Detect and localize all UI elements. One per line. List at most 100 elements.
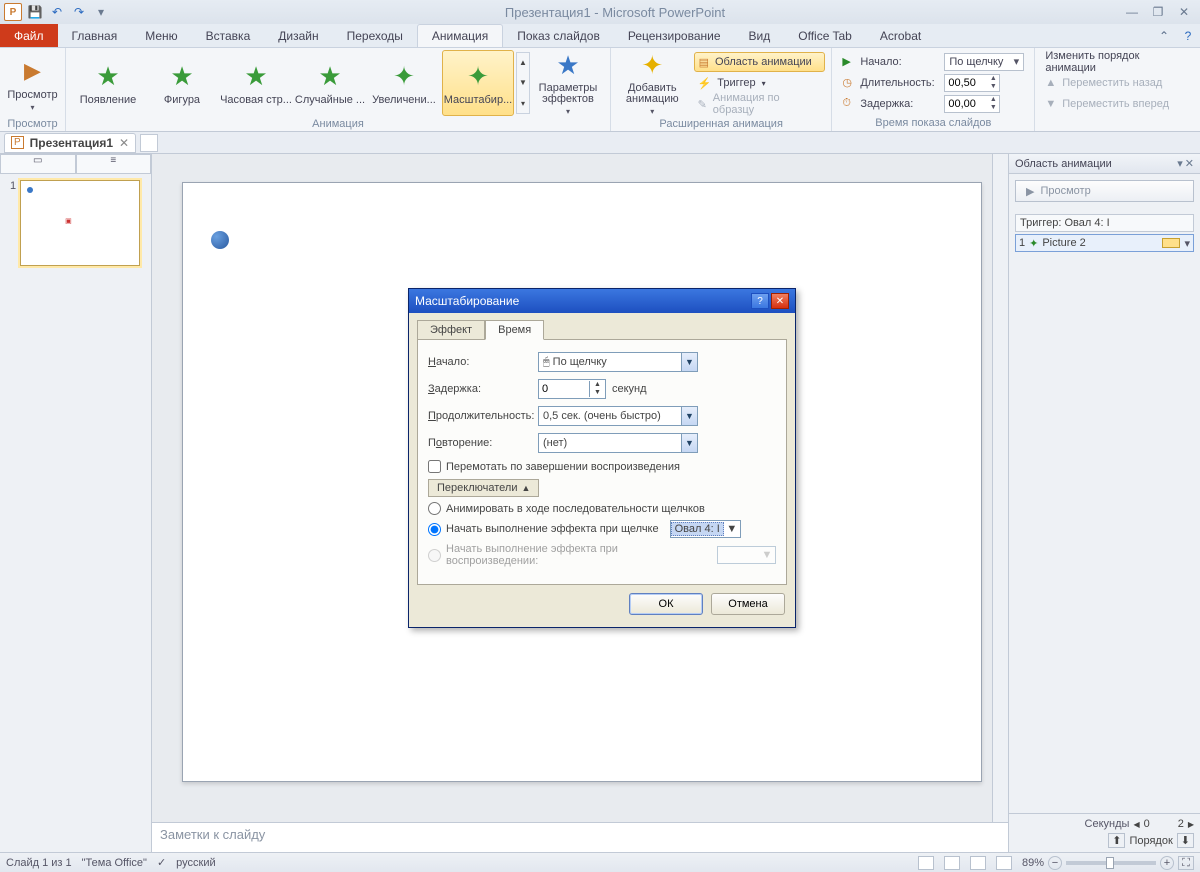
duration-combo[interactable]: 0,5 сек. (очень быстро)▼ xyxy=(538,406,698,426)
zoom-out-icon[interactable]: − xyxy=(1048,856,1062,870)
reorder-title: Изменить порядок анимации xyxy=(1041,52,1194,72)
close-tab-icon[interactable]: ✕ xyxy=(119,136,129,150)
status-bar: Слайд 1 из 1 "Тема Office" ✓ русский 89%… xyxy=(0,852,1200,872)
timing-start: ▶Начало:По щелчку▾ xyxy=(838,52,1028,72)
language[interactable]: русский xyxy=(176,857,215,869)
gallery-scroll[interactable]: ▲▼▾ xyxy=(516,52,530,114)
start-combo[interactable]: 🖱 По щелчку▼ xyxy=(538,352,698,372)
thumbnails-tab[interactable]: ▭ xyxy=(0,154,76,174)
outline-tab[interactable]: ≡ xyxy=(76,154,152,174)
help-icon[interactable]: ? xyxy=(1176,24,1200,47)
effect-options-button[interactable]: ★Параметры эффектов▾ xyxy=(532,50,604,116)
pane-dropdown-icon[interactable]: ▾ xyxy=(1177,157,1183,170)
slide-thumbnail-1[interactable]: 1 ▣ xyxy=(10,180,141,266)
animation-pane: Область анимации▾✕ ▶Просмотр Триггер: Ов… xyxy=(1008,154,1200,852)
dialog-help-icon[interactable]: ? xyxy=(751,293,769,309)
tab-view[interactable]: Вид xyxy=(735,24,785,47)
ribbon-collapse-icon[interactable]: ⌃ xyxy=(1152,24,1176,47)
zoom-in-icon[interactable]: + xyxy=(1160,856,1174,870)
restore-icon[interactable]: ❐ xyxy=(1146,4,1170,20)
star-icon: ★ xyxy=(96,61,119,92)
animation-item[interactable]: 1 ✦ Picture 2 ▾ xyxy=(1015,234,1194,252)
tab-officetab[interactable]: Office Tab xyxy=(784,24,866,47)
delay-label: адержка: xyxy=(435,383,481,395)
slideshow-view-icon[interactable] xyxy=(996,856,1012,870)
down-icon: ▼ xyxy=(1045,98,1056,110)
delay-input[interactable]: ▲▼ xyxy=(944,95,1000,113)
logo-icon: ▣ xyxy=(65,217,72,225)
undo-icon[interactable]: ↶ xyxy=(48,3,66,21)
sorter-view-icon[interactable] xyxy=(944,856,960,870)
preview-button[interactable]: ▶Просмотр▾ xyxy=(6,50,59,116)
anim-appear[interactable]: ★Появление xyxy=(72,50,144,116)
radio-onplay: Начать выполнение эффекта при воспроизве… xyxy=(428,543,776,567)
animation-painter-button[interactable]: ✎Анимация по образцу xyxy=(694,94,826,114)
trigger-button[interactable]: ⚡Триггер ▾ xyxy=(694,73,826,93)
reorder-down-icon[interactable]: ⬇ xyxy=(1177,833,1194,848)
ppt-icon: P xyxy=(11,136,24,149)
reading-view-icon[interactable] xyxy=(970,856,986,870)
star-icon: ✦ xyxy=(467,61,489,92)
dialog-title: Масштабирование xyxy=(415,294,519,308)
move-earlier-button[interactable]: ▲Переместить назад xyxy=(1041,73,1194,93)
repeat-combo[interactable]: (нет)▼ xyxy=(538,433,698,453)
tab-slideshow[interactable]: Показ слайдов xyxy=(503,24,614,47)
start-select[interactable]: По щелчку▾ xyxy=(944,53,1024,71)
qat-dropdown-icon[interactable]: ▾ xyxy=(92,3,110,21)
minimize-icon[interactable]: ― xyxy=(1120,4,1144,20)
animation-pane-button[interactable]: ▤Область анимации xyxy=(694,52,826,72)
add-animation-button[interactable]: ✦Добавить анимацию▾ xyxy=(617,50,688,116)
spellcheck-icon[interactable]: ✓ xyxy=(157,856,166,869)
star-icon: ✦ xyxy=(393,61,415,92)
move-later-button[interactable]: ▼Переместить вперед xyxy=(1041,94,1194,114)
star-icon: ★ xyxy=(318,61,341,92)
dialog-close-icon[interactable]: ✕ xyxy=(771,293,789,309)
dialog-tab-time[interactable]: Время xyxy=(485,320,544,340)
tab-transitions[interactable]: Переходы xyxy=(333,24,417,47)
window-title: Презентация1 - Microsoft PowerPoint xyxy=(110,5,1120,20)
collapse-icon: ▲ xyxy=(521,483,530,493)
redo-icon[interactable]: ↷ xyxy=(70,3,88,21)
fit-window-icon[interactable]: ⛶ xyxy=(1178,856,1194,870)
radio-sequence[interactable]: Анимировать в ходе последовательности ще… xyxy=(428,502,776,515)
ribbon-tabs: Файл Главная Меню Вставка Дизайн Переход… xyxy=(0,24,1200,48)
tab-review[interactable]: Рецензирование xyxy=(614,24,735,47)
normal-view-icon[interactable] xyxy=(918,856,934,870)
triggers-toggle[interactable]: Переключатели ▲ xyxy=(428,479,539,497)
rewind-checkbox[interactable]: Перемотать по завершении воспроизведения xyxy=(428,460,776,473)
tab-insert[interactable]: Вставка xyxy=(192,24,265,47)
anim-grow[interactable]: ✦Увеличени... xyxy=(368,50,440,116)
ok-button[interactable]: ОК xyxy=(629,593,703,615)
tab-animation[interactable]: Анимация xyxy=(417,24,503,47)
vertical-scrollbar[interactable] xyxy=(992,154,1008,822)
play-animations-button[interactable]: ▶Просмотр xyxy=(1015,180,1194,202)
duration-input[interactable]: ▲▼ xyxy=(944,74,1000,92)
zoom-slider[interactable] xyxy=(1066,861,1156,865)
tab-home[interactable]: Главная xyxy=(58,24,132,47)
delay-spin[interactable]: ▲▼ xyxy=(538,379,606,399)
anim-shape[interactable]: ★Фигура xyxy=(146,50,218,116)
reorder-up-icon[interactable]: ⬆ xyxy=(1108,833,1125,848)
trigger-object-combo[interactable]: Овал 4: I▼ xyxy=(670,520,741,538)
list-icon: ▤ xyxy=(699,56,709,69)
duration-label: Продолжительность: xyxy=(428,410,538,422)
tab-file[interactable]: Файл xyxy=(0,24,58,47)
anim-random[interactable]: ★Случайные ... xyxy=(294,50,366,116)
anim-zoom[interactable]: ✦Масштабир... xyxy=(442,50,514,116)
tab-menu[interactable]: Меню xyxy=(131,24,191,47)
cancel-button[interactable]: Отмена xyxy=(711,593,785,615)
tab-acrobat[interactable]: Acrobat xyxy=(866,24,935,47)
pane-close-icon[interactable]: ✕ xyxy=(1185,157,1194,170)
new-tab-button[interactable] xyxy=(140,134,158,152)
notes-pane[interactable]: Заметки к слайду xyxy=(152,822,1008,852)
save-icon[interactable]: 💾 xyxy=(26,3,44,21)
dialog-tab-effect[interactable]: Эффект xyxy=(417,320,485,340)
document-tab[interactable]: P Презентация1 ✕ xyxy=(4,133,136,153)
tab-design[interactable]: Дизайн xyxy=(264,24,332,47)
radio-onclick[interactable]: Начать выполнение эффекта при щелчкеОвал… xyxy=(428,520,776,538)
close-window-icon[interactable]: ✕ xyxy=(1172,4,1196,20)
up-icon: ▲ xyxy=(1045,77,1056,89)
title-bar: P 💾 ↶ ↷ ▾ Презентация1 - Microsoft Power… xyxy=(0,0,1200,24)
anim-clock[interactable]: ★Часовая стр... xyxy=(220,50,292,116)
item-dropdown-icon[interactable]: ▾ xyxy=(1184,237,1190,250)
